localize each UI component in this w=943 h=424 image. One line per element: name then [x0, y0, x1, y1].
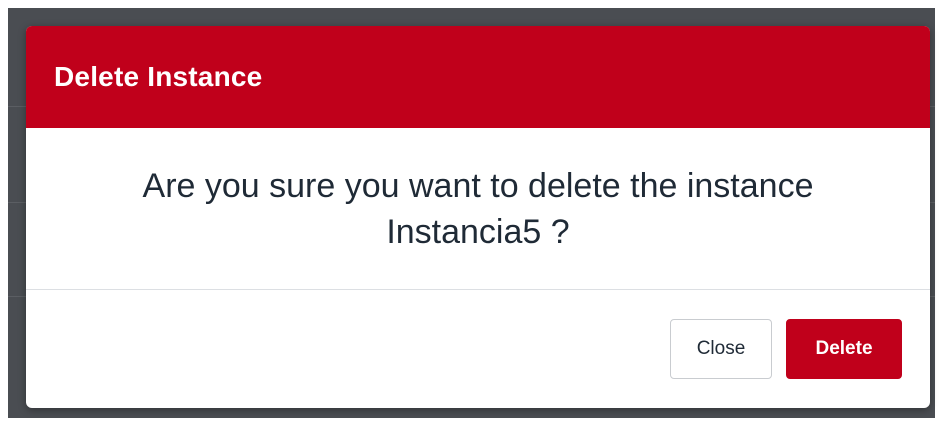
dialog-title: Delete Instance	[54, 61, 263, 92]
instance-name: Instancia5 ?	[386, 212, 570, 251]
dialog-body: Are you sure you want to delete the inst…	[26, 128, 930, 290]
delete-instance-dialog: Delete Instance Are you sure you want to…	[26, 26, 930, 408]
dialog-footer: Close Delete	[26, 290, 930, 408]
dialog-header: Delete Instance	[26, 26, 930, 128]
close-button[interactable]: Close	[670, 319, 772, 379]
confirm-message: Are you sure you want to delete the inst…	[142, 166, 814, 205]
delete-button[interactable]: Delete	[786, 319, 902, 379]
